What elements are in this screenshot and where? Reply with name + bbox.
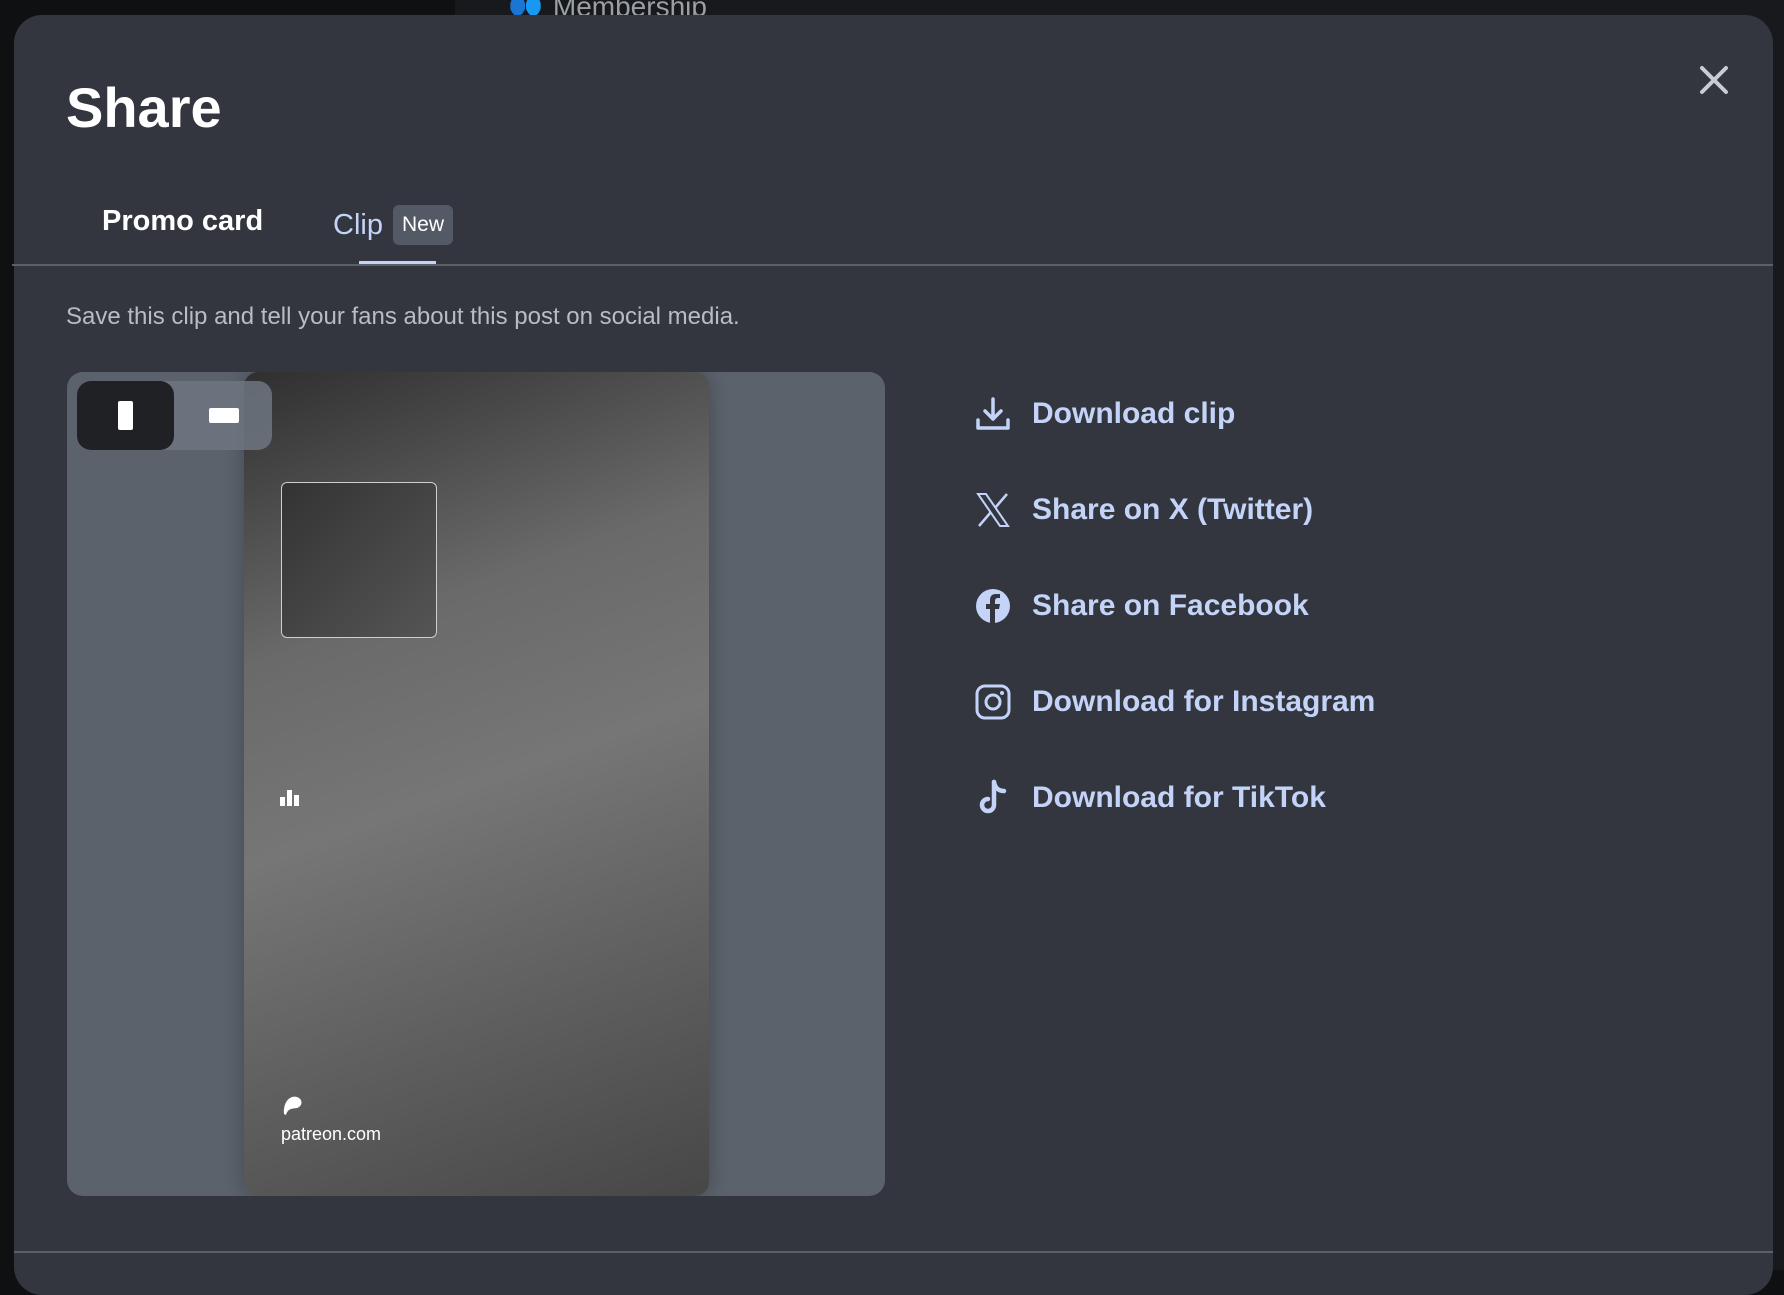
orientation-toggle (77, 381, 272, 450)
tiktok-icon (979, 779, 1007, 814)
landscape-icon (209, 408, 239, 423)
tab-label: Promo card (102, 205, 264, 237)
audio-bars-icon (280, 790, 299, 806)
clip-card: patreon.com (244, 372, 709, 1196)
patreon-logo-icon (283, 1096, 302, 1115)
download-clip-button[interactable]: Download clip (974, 395, 1235, 433)
tabs-divider (12, 264, 1773, 266)
action-label: Share on Facebook (1032, 589, 1309, 622)
facebook-icon (976, 589, 1010, 623)
close-icon (1700, 66, 1728, 94)
tab-label: Clip (333, 208, 383, 241)
portrait-button[interactable] (77, 381, 174, 450)
share-x-button[interactable]: Share on X (Twitter) (974, 491, 1313, 529)
close-button[interactable] (1694, 60, 1734, 100)
x-icon (976, 493, 1010, 527)
action-label: Share on X (Twitter) (1032, 493, 1314, 526)
action-label: Download clip (1032, 397, 1236, 430)
footer-divider (14, 1251, 1773, 1253)
download-instagram-button[interactable]: Download for Instagram (974, 683, 1375, 721)
download-tiktok-button[interactable]: Download for TikTok (974, 779, 1326, 817)
modal-title: Share (66, 76, 222, 139)
new-badge: New (392, 205, 453, 245)
action-label: Download for TikTok (1032, 781, 1326, 814)
download-icon (976, 397, 1010, 430)
patreon-url: patreon.com (281, 1124, 382, 1144)
action-label: Download for Instagram (1032, 685, 1376, 718)
tab-promo-card[interactable]: Promo card (102, 205, 263, 238)
share-modal: Share Promo card Clip New Save this clip… (12, 15, 1773, 1295)
instagram-icon (975, 684, 1011, 720)
portrait-icon (118, 401, 133, 430)
tab-clip[interactable]: Clip New (333, 205, 453, 245)
clip-preview: patreon.com (67, 372, 885, 1196)
landscape-button[interactable] (175, 381, 272, 450)
share-facebook-button[interactable]: Share on Facebook (974, 587, 1309, 625)
description: Save this clip and tell your fans about … (66, 303, 740, 330)
post-thumbnail (281, 482, 437, 638)
